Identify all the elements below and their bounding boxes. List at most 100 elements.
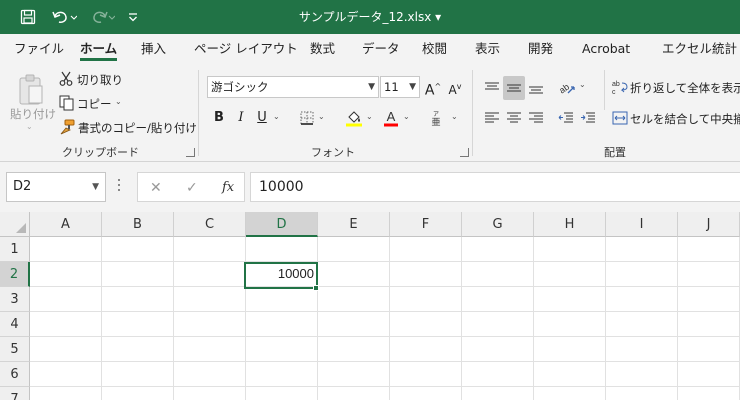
align-bottom-icon[interactable] bbox=[526, 78, 546, 98]
cell-c7[interactable] bbox=[174, 387, 246, 400]
cell-d3[interactable] bbox=[246, 287, 318, 312]
cell-h1[interactable] bbox=[534, 237, 606, 262]
clipboard-dialog-launcher-icon[interactable] bbox=[186, 148, 195, 157]
cell-j6[interactable] bbox=[678, 362, 740, 387]
bold-button[interactable]: B bbox=[208, 107, 230, 129]
cell-e3[interactable] bbox=[318, 287, 390, 312]
cell-f5[interactable] bbox=[390, 337, 462, 362]
cell-j7[interactable] bbox=[678, 387, 740, 400]
cell-h7[interactable] bbox=[534, 387, 606, 400]
cell-i7[interactable] bbox=[606, 387, 678, 400]
select-all-button[interactable] bbox=[0, 212, 30, 237]
borders-dropdown-icon[interactable]: ⌄ bbox=[318, 112, 325, 121]
file-title[interactable]: サンプルデータ_12.xlsx ▾ bbox=[0, 0, 740, 34]
row-header-2[interactable]: 2 bbox=[0, 262, 30, 287]
cell-b5[interactable] bbox=[102, 337, 174, 362]
cell-d4[interactable] bbox=[246, 312, 318, 337]
cell-d7[interactable] bbox=[246, 387, 318, 400]
underline-button[interactable]: U bbox=[251, 107, 273, 129]
cell-i4[interactable] bbox=[606, 312, 678, 337]
cell-b4[interactable] bbox=[102, 312, 174, 337]
cell-e1[interactable] bbox=[318, 237, 390, 262]
cell-g3[interactable] bbox=[462, 287, 534, 312]
cell-e2[interactable] bbox=[318, 262, 390, 287]
cell-h5[interactable] bbox=[534, 337, 606, 362]
cell-c6[interactable] bbox=[174, 362, 246, 387]
cell-j3[interactable] bbox=[678, 287, 740, 312]
cell-e7[interactable] bbox=[318, 387, 390, 400]
cell-a4[interactable] bbox=[30, 312, 102, 337]
tab-page-layout[interactable]: ページ レイアウト bbox=[194, 34, 298, 64]
cell-g2[interactable] bbox=[462, 262, 534, 287]
align-center-icon[interactable] bbox=[504, 108, 524, 128]
fill-color-icon[interactable] bbox=[344, 108, 364, 128]
cell-e4[interactable] bbox=[318, 312, 390, 337]
cell-j1[interactable] bbox=[678, 237, 740, 262]
formula-bar-grip-icon[interactable] bbox=[118, 179, 121, 195]
column-header-e[interactable]: E bbox=[318, 212, 390, 237]
cell-g6[interactable] bbox=[462, 362, 534, 387]
underline-dropdown-icon[interactable]: ⌄ bbox=[273, 112, 280, 121]
column-header-g[interactable]: G bbox=[462, 212, 534, 237]
align-right-icon[interactable] bbox=[526, 108, 546, 128]
tab-formulas[interactable]: 数式 bbox=[310, 34, 335, 64]
align-middle-icon[interactable] bbox=[503, 76, 525, 100]
tab-insert[interactable]: 挿入 bbox=[141, 34, 166, 64]
column-header-b[interactable]: B bbox=[102, 212, 174, 237]
cell-f6[interactable] bbox=[390, 362, 462, 387]
row-header-5[interactable]: 5 bbox=[0, 337, 30, 362]
cell-a7[interactable] bbox=[30, 387, 102, 400]
row-header-3[interactable]: 3 bbox=[0, 287, 30, 312]
align-top-icon[interactable] bbox=[482, 78, 502, 98]
formula-input[interactable]: 10000 bbox=[250, 172, 740, 202]
column-header-i[interactable]: I bbox=[606, 212, 678, 237]
row-header-6[interactable]: 6 bbox=[0, 362, 30, 387]
cell-f3[interactable] bbox=[390, 287, 462, 312]
font-dialog-launcher-icon[interactable] bbox=[460, 148, 469, 157]
cell-h2[interactable] bbox=[534, 262, 606, 287]
cell-c3[interactable] bbox=[174, 287, 246, 312]
column-header-h[interactable]: H bbox=[534, 212, 606, 237]
cell-d5[interactable] bbox=[246, 337, 318, 362]
column-header-f[interactable]: F bbox=[390, 212, 462, 237]
decrease-indent-icon[interactable] bbox=[556, 108, 576, 128]
cell-b2[interactable] bbox=[102, 262, 174, 287]
cell-f1[interactable] bbox=[390, 237, 462, 262]
cut-button[interactable]: 切り取り bbox=[77, 72, 123, 88]
tab-view[interactable]: 表示 bbox=[475, 34, 500, 64]
cell-g1[interactable] bbox=[462, 237, 534, 262]
paste-dropdown-icon[interactable]: ⌄ bbox=[26, 122, 33, 131]
font-color-dropdown-icon[interactable]: ⌄ bbox=[403, 112, 410, 121]
cell-i2[interactable] bbox=[606, 262, 678, 287]
cell-b3[interactable] bbox=[102, 287, 174, 312]
name-box[interactable]: D2 ▼ bbox=[6, 172, 106, 202]
cell-c5[interactable] bbox=[174, 337, 246, 362]
decrease-font-size-icon[interactable]: Av bbox=[444, 76, 466, 98]
cell-i1[interactable] bbox=[606, 237, 678, 262]
copy-button[interactable]: コピー bbox=[77, 96, 112, 112]
cell-h6[interactable] bbox=[534, 362, 606, 387]
cell-g5[interactable] bbox=[462, 337, 534, 362]
tab-developer[interactable]: 開発 bbox=[528, 34, 553, 64]
tab-data[interactable]: データ bbox=[362, 34, 400, 64]
column-header-a[interactable]: A bbox=[30, 212, 102, 237]
tab-excel-statistics[interactable]: エクセル統計（ bbox=[662, 34, 740, 64]
cell-b7[interactable] bbox=[102, 387, 174, 400]
cell-i3[interactable] bbox=[606, 287, 678, 312]
paste-icon[interactable] bbox=[14, 70, 48, 110]
cell-h4[interactable] bbox=[534, 312, 606, 337]
font-size-select[interactable]: 11 ▼ bbox=[380, 76, 420, 98]
cell-b6[interactable] bbox=[102, 362, 174, 387]
paste-button[interactable]: 貼り付け bbox=[10, 106, 56, 122]
enter-icon[interactable]: ✓ bbox=[186, 173, 198, 203]
cell-e6[interactable] bbox=[318, 362, 390, 387]
cell-a2[interactable] bbox=[30, 262, 102, 287]
cell-j2[interactable] bbox=[678, 262, 740, 287]
copy-dropdown-icon[interactable]: ⌄ bbox=[115, 97, 122, 106]
format-painter-button[interactable]: 書式のコピー/貼り付け bbox=[78, 120, 197, 136]
wrap-text-button[interactable]: 折り返して全体を表示す bbox=[630, 80, 740, 96]
cell-a5[interactable] bbox=[30, 337, 102, 362]
insert-function-icon[interactable]: fx bbox=[222, 173, 234, 203]
cell-f7[interactable] bbox=[390, 387, 462, 400]
tab-acrobat[interactable]: Acrobat bbox=[582, 34, 630, 64]
